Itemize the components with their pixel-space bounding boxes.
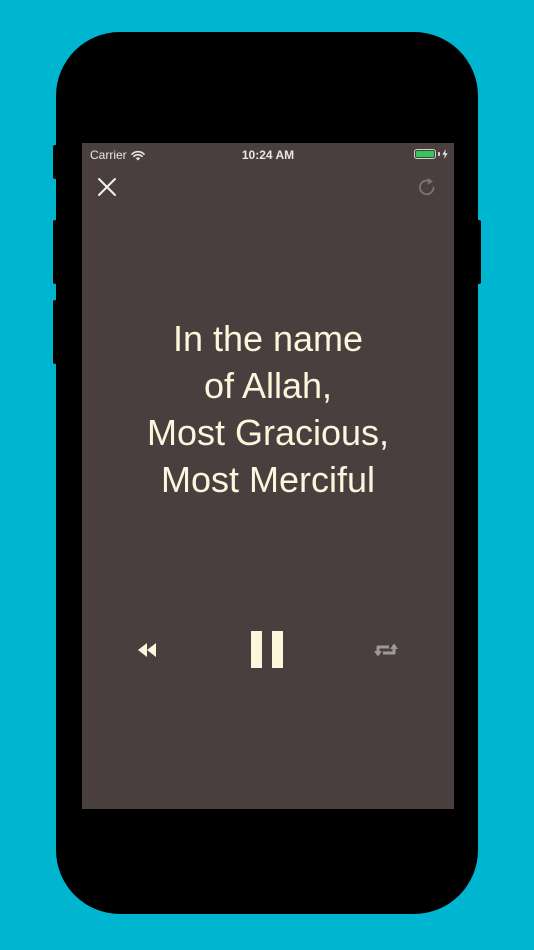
app-screen: Carrier 10:24 AM In the name of Allah, M… bbox=[82, 143, 454, 809]
charging-bolt-icon bbox=[442, 149, 448, 159]
verse-line: Most Gracious, bbox=[146, 412, 390, 453]
battery-fill bbox=[416, 151, 434, 157]
rewind-icon bbox=[138, 643, 156, 657]
verse-text: In the name of Allah, Most Gracious, Mos… bbox=[82, 315, 454, 503]
pause-button[interactable] bbox=[248, 629, 288, 671]
close-button[interactable] bbox=[96, 176, 118, 198]
rewind-button[interactable] bbox=[134, 639, 160, 661]
close-icon bbox=[98, 178, 116, 196]
status-time: 10:24 AM bbox=[241, 148, 295, 162]
reload-button[interactable] bbox=[416, 176, 438, 198]
pause-bar-right bbox=[272, 631, 283, 668]
battery-indicator bbox=[414, 149, 448, 159]
reload-icon bbox=[419, 178, 435, 196]
status-bar: Carrier 10:24 AM bbox=[82, 143, 454, 167]
battery-tip bbox=[438, 152, 440, 156]
playback-controls bbox=[82, 629, 454, 673]
verse-line: In the name bbox=[172, 318, 364, 359]
verse-line: of Allah, bbox=[203, 365, 333, 406]
repeat-button[interactable] bbox=[372, 638, 400, 662]
repeat-icon bbox=[374, 643, 398, 657]
verse-line: Most Merciful bbox=[160, 459, 376, 500]
pause-bar-left bbox=[251, 631, 262, 668]
battery-icon bbox=[414, 149, 436, 159]
